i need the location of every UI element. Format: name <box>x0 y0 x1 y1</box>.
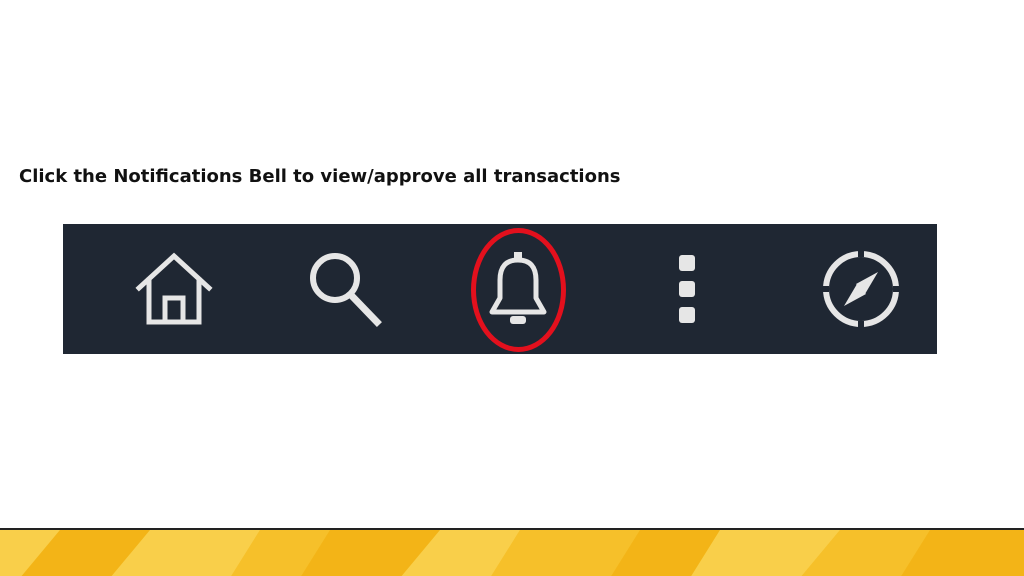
bottom-nav-bar <box>63 224 937 354</box>
slide: Click the Notifications Bell to view/app… <box>0 0 1024 576</box>
search-button[interactable] <box>289 224 399 354</box>
more-vertical-icon <box>679 255 695 323</box>
more-options-button[interactable] <box>632 224 742 354</box>
search-icon <box>310 253 382 327</box>
home-button[interactable] <box>119 224 229 354</box>
home-icon <box>135 252 213 325</box>
decorative-footer-band <box>0 528 1024 576</box>
instruction-text: Click the Notifications Bell to view/app… <box>19 166 621 187</box>
highlight-circle <box>471 228 566 352</box>
compass-icon <box>823 251 899 327</box>
compass-button[interactable] <box>806 224 916 354</box>
